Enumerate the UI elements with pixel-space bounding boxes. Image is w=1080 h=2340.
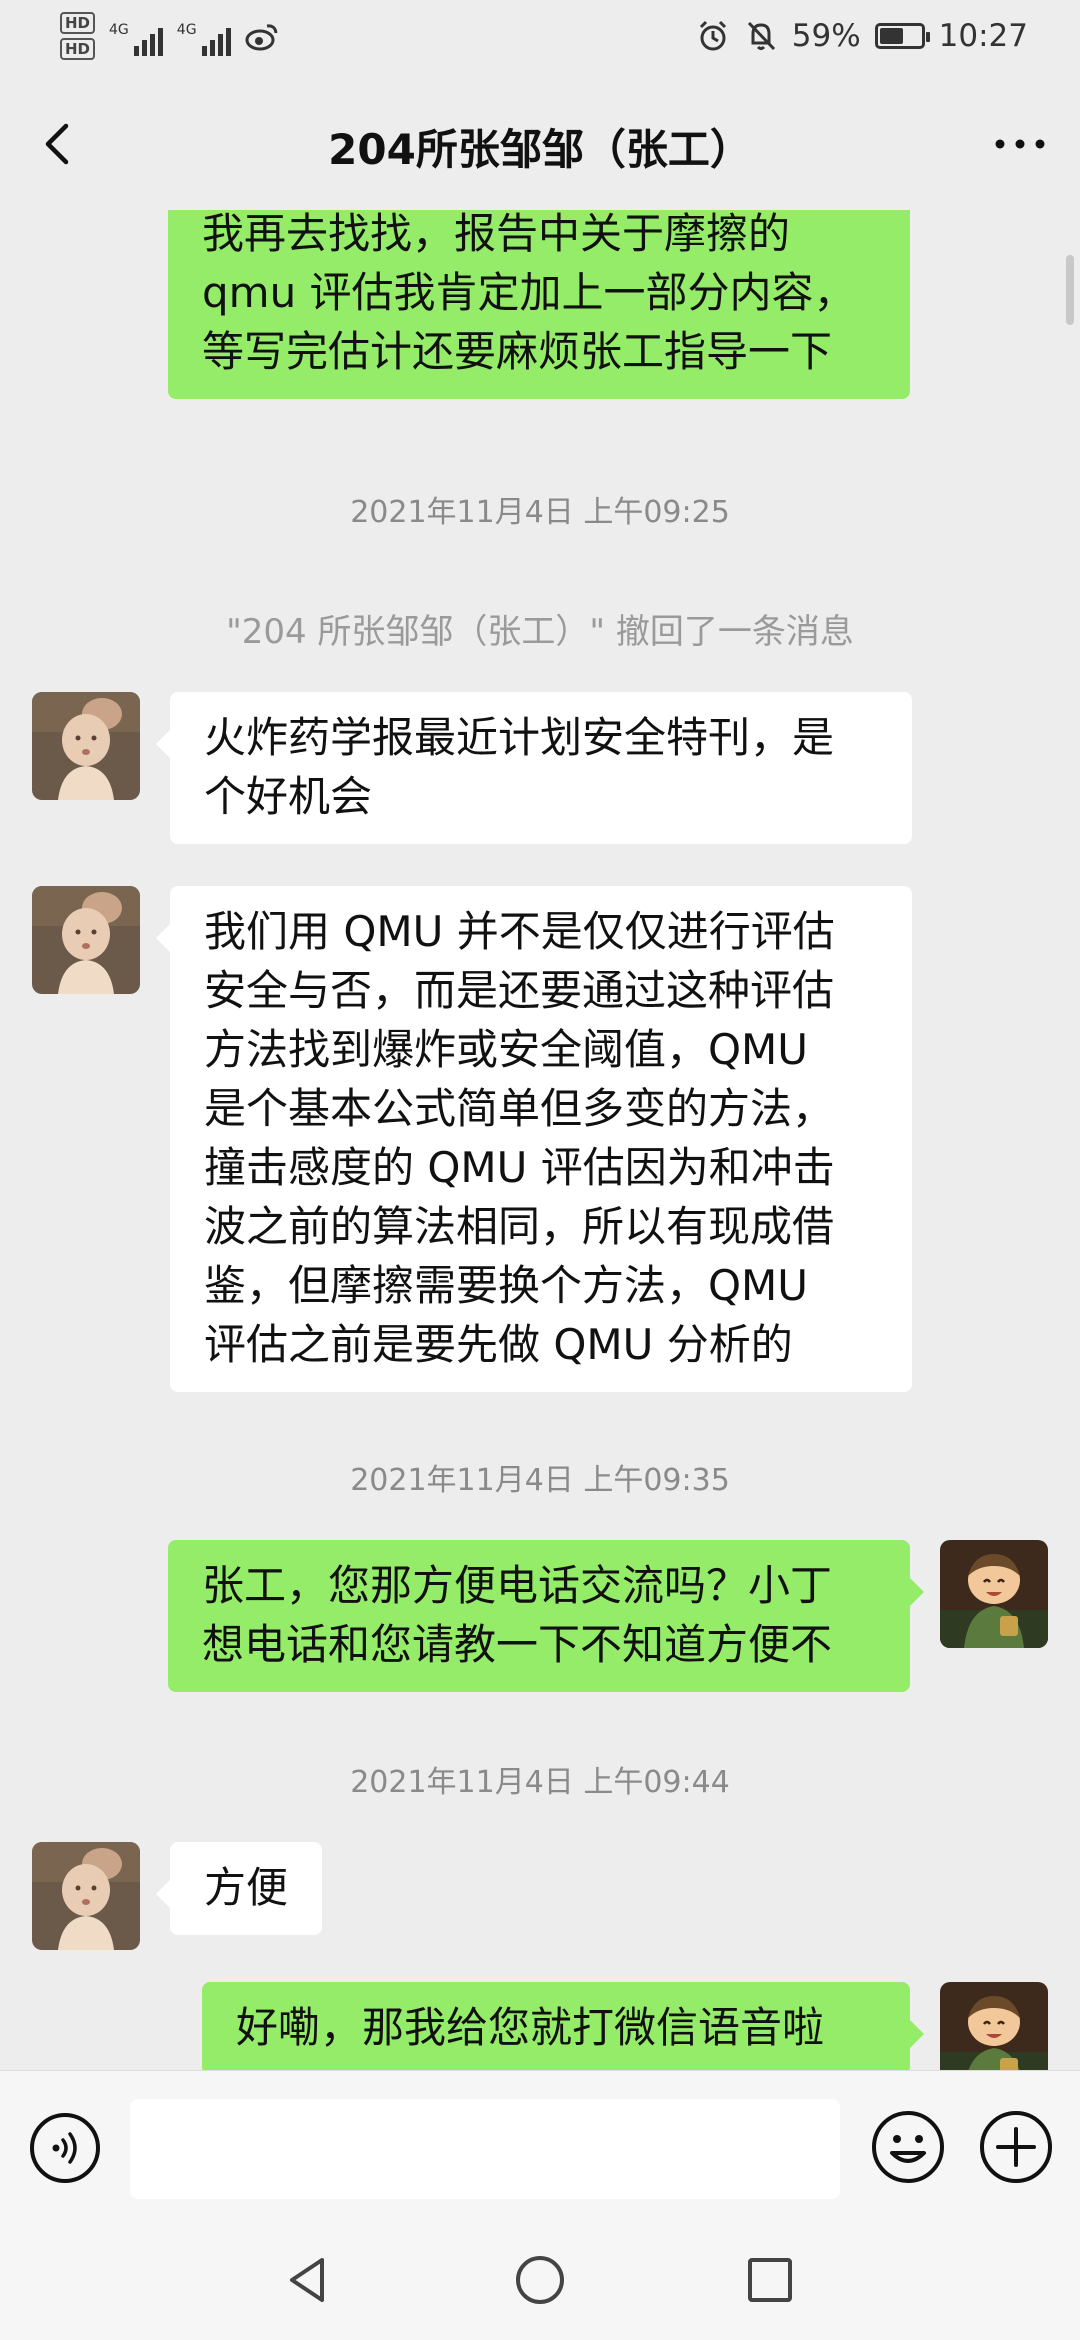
message-line: 好嘞，那我给您就打微信语音啦 [236, 2003, 825, 2052]
contact-avatar-image [32, 886, 140, 994]
system-home-button[interactable] [510, 2250, 570, 2310]
message-line: 方便 [204, 1863, 289, 1912]
status-bar: HD HD 4G 4G 59% 10:27 [0, 0, 1080, 80]
message-line: qmu 评估我肯定加上一部分内容， [202, 268, 856, 317]
message-line: 火炸药学报最近计划安全特刊，是 [204, 713, 835, 762]
avatar-self[interactable] [940, 1982, 1048, 2070]
square-recents-icon [748, 2258, 792, 2302]
timestamp: 2021年11月4日 上午09:25 [350, 495, 730, 530]
signal-icon-1: 4G [109, 16, 163, 56]
signal-label-1: 4G [109, 22, 129, 38]
chat-scroll-area[interactable]: 我再去找找，报告中关于摩擦的 qmu 评估我肯定加上一部分内容， 等写完估计还要… [0, 210, 1080, 2070]
message-bubble-sent[interactable]: 好嘞，那我给您就打微信语音啦 [202, 1982, 924, 2070]
message-bubble-received[interactable]: 方便 [155, 1842, 323, 1935]
status-right: 59% 10:27 [696, 18, 1028, 54]
plus-icon [980, 2111, 1052, 2183]
message-line: 鉴，但摩擦需要换个方法，QMU [204, 1261, 809, 1310]
battery-icon [874, 23, 930, 49]
timestamp: 2021年11月4日 上午09:35 [350, 1463, 730, 1498]
message-line: 方法找到爆炸或安全阈值，QMU [204, 1025, 809, 1074]
message-line: 想电话和您请教一下不知道方便不 [202, 1620, 833, 1669]
system-recents-button[interactable] [740, 2250, 800, 2310]
hd-indicators: HD HD [60, 12, 96, 60]
message-line: 我们用 QMU 并不是仅仅进行评估 [204, 907, 835, 956]
status-left: HD HD 4G 4G [60, 12, 279, 60]
avatar-contact[interactable] [32, 692, 140, 800]
scrollbar[interactable] [1066, 255, 1074, 325]
message-line: 我再去找找，报告中关于摩擦的 [202, 210, 791, 258]
self-avatar-image [940, 1540, 1048, 1648]
hd-badge-2: HD [60, 38, 96, 60]
message-line: 撞击感度的 QMU 评估因为和冲击 [204, 1143, 835, 1192]
chat-title: 204所张邹邹（张工） [328, 125, 752, 174]
message-bubble-received[interactable]: 火炸药学报最近计划安全特刊，是 个好机会 [156, 692, 912, 844]
weibo-icon [245, 24, 278, 51]
more-dots-icon [995, 139, 1045, 149]
battery-fill [879, 28, 904, 44]
emoji-icon [872, 2111, 944, 2183]
mute-bell-icon [747, 21, 775, 51]
message-bubble-sent[interactable]: 我再去找找，报告中关于摩擦的 qmu 评估我肯定加上一部分内容， 等写完估计还要… [168, 210, 910, 399]
message-line: 张工，您那方便电话交流吗？小丁 [202, 1561, 833, 1610]
self-avatar-image [940, 1982, 1048, 2070]
message-line: 波之前的算法相同，所以有现成借 [204, 1202, 835, 1251]
timestamp: 2021年11月4日 上午09:44 [350, 1765, 730, 1800]
circle-home-icon [516, 2256, 564, 2304]
contact-avatar-image [32, 1842, 140, 1950]
system-navigation-bar [0, 2220, 1080, 2340]
message-bubble-received[interactable]: 我们用 QMU 并不是仅仅进行评估 安全与否，而是还要通过这种评估 方法找到爆炸… [156, 886, 912, 1392]
system-back-button[interactable] [278, 2250, 338, 2310]
voice-button[interactable] [28, 2111, 102, 2185]
signal-label-2: 4G [176, 22, 197, 38]
alarm-icon [699, 20, 726, 51]
message-line: 是个基本公式简单但多变的方法， [204, 1084, 835, 1133]
more-button[interactable] [988, 112, 1052, 176]
message-line: 评估之前是要先做 QMU 分析的 [204, 1320, 793, 1369]
triangle-back-icon [290, 2258, 324, 2302]
message-line: 安全与否，而是还要通过这种评估 [204, 966, 835, 1015]
signal-icon-2: 4G [177, 16, 231, 56]
avatar-contact[interactable] [32, 1842, 140, 1950]
message-line: 个好机会 [204, 772, 373, 821]
contact-avatar-image [32, 692, 140, 800]
avatar-self[interactable] [940, 1540, 1048, 1648]
message-input[interactable] [130, 2099, 840, 2199]
message-line: 等写完估计还要麻烦张工指导一下 [202, 327, 833, 376]
message-bubble-sent[interactable]: 张工，您那方便电话交流吗？小丁 想电话和您请教一下不知道方便不 [168, 1540, 924, 1692]
avatar-contact[interactable] [32, 886, 140, 994]
voice-icon [30, 2113, 100, 2183]
clock: 10:27 [938, 18, 1028, 54]
hd-badge-1: HD [60, 12, 96, 34]
recall-notice: "204 所张邹邹（张工）" 撤回了一条消息 [226, 612, 854, 652]
more-functions-button[interactable] [978, 2109, 1054, 2185]
input-bar [0, 2070, 1080, 2220]
emoji-button[interactable] [870, 2109, 946, 2185]
battery-percent: 59% [791, 18, 861, 54]
chat-header: 204所张邹邹（张工） [0, 80, 1080, 210]
